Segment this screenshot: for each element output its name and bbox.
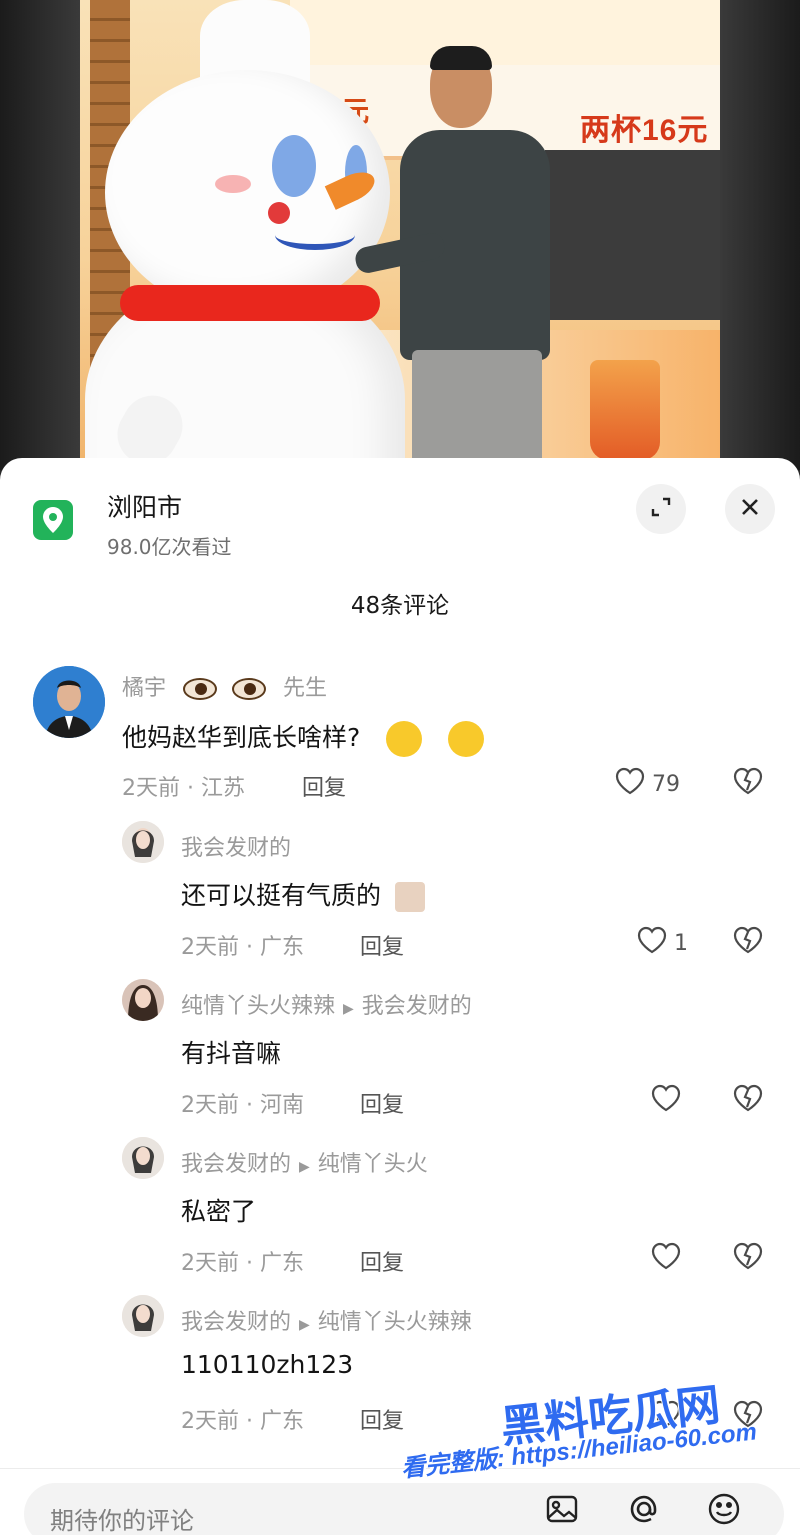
comment-text: 他妈赵华到底长啥样? xyxy=(122,718,485,757)
reply-arrow-icon: ▶ xyxy=(299,1317,310,1333)
at-icon xyxy=(626,1491,662,1531)
image-icon xyxy=(545,1492,579,1530)
mention-button[interactable] xyxy=(624,1491,664,1531)
dislike-button[interactable] xyxy=(732,766,764,800)
drink-cup xyxy=(590,360,660,460)
broken-heart-icon xyxy=(732,926,764,959)
reply-arrow-icon: ▶ xyxy=(343,1001,354,1017)
eye-emoji-icon xyxy=(183,676,218,701)
comment-text: 还可以挺有气质的 xyxy=(181,876,425,912)
comment-text: 有抖音嘛 xyxy=(181,1039,282,1068)
comment-username[interactable]: 我会发财的 ▶ 纯情丫头火 xyxy=(181,1146,428,1178)
comment-time-region: 2天前 · 江苏 xyxy=(122,776,245,801)
like-button[interactable] xyxy=(650,1083,682,1119)
reply-button[interactable]: 回复 xyxy=(360,929,404,961)
comment-input-bar: 期待你的评论 xyxy=(0,1468,800,1535)
heart-icon xyxy=(636,925,668,961)
snowman-cheek xyxy=(215,175,251,193)
reply-button[interactable]: 回复 xyxy=(360,1245,404,1277)
comment-username[interactable]: 橘宇 先生 xyxy=(122,670,327,702)
comment-time-region: 2天前 · 广东 xyxy=(181,1409,304,1434)
like-button[interactable] xyxy=(650,1241,682,1277)
grin-emoji-icon xyxy=(386,721,423,757)
like-count: 79 xyxy=(652,771,680,797)
sticker-emoji-icon xyxy=(394,882,425,912)
comments-count: 48条评论 xyxy=(350,593,450,619)
avatar[interactable] xyxy=(122,1137,164,1179)
reply-arrow-icon: ▶ xyxy=(299,1159,310,1175)
location-name[interactable]: 浏阳市 xyxy=(107,488,182,524)
emoji-button[interactable] xyxy=(704,1491,744,1531)
broken-heart-icon xyxy=(732,1084,764,1117)
comment-text: 110110zh123 xyxy=(181,1350,354,1379)
comment-text: 私密了 xyxy=(181,1197,257,1226)
comment-time-region: 2天前 · 广东 xyxy=(181,1251,304,1276)
like-button[interactable]: 1 xyxy=(636,925,688,961)
close-icon xyxy=(739,496,761,522)
man-legs xyxy=(412,350,542,470)
heart-icon xyxy=(614,766,646,802)
comment-input-placeholder[interactable]: 期待你的评论 xyxy=(50,1501,194,1535)
comment-time-region: 2天前 · 河南 xyxy=(181,1093,304,1118)
comment-username[interactable]: 我会发财的 xyxy=(181,830,291,862)
shop-counter xyxy=(545,150,720,320)
avatar[interactable] xyxy=(122,979,164,1021)
dislike-button[interactable] xyxy=(732,1241,764,1275)
broken-heart-icon xyxy=(732,767,764,800)
collapse-button[interactable] xyxy=(636,484,686,534)
heart-icon xyxy=(650,1083,682,1119)
video-preview[interactable]: 16元 两杯16元 xyxy=(0,0,800,470)
dislike-button[interactable] xyxy=(732,1083,764,1117)
comment-username[interactable]: 我会发财的 ▶ 纯情丫头火辣辣 xyxy=(181,1304,472,1336)
like-count: 1 xyxy=(674,930,688,956)
sign-price-right: 两杯16元 xyxy=(580,114,709,147)
snowman-tongue xyxy=(268,202,290,224)
like-button[interactable]: 79 xyxy=(614,766,680,802)
reply-button[interactable]: 回复 xyxy=(302,770,346,802)
location-pin-icon[interactable] xyxy=(33,500,73,540)
location-views: 98.0亿次看过 xyxy=(107,535,232,559)
comment-username[interactable]: 纯情丫头火辣辣 ▶ 我会发财的 xyxy=(181,988,472,1020)
eye-emoji-icon xyxy=(232,676,267,701)
smirk-emoji-icon xyxy=(448,721,485,757)
man-hair xyxy=(430,46,492,70)
reply-button[interactable]: 回复 xyxy=(360,1403,404,1435)
dislike-button[interactable] xyxy=(732,925,764,959)
comment-time-region: 2天前 · 广东 xyxy=(181,935,304,960)
broken-heart-icon xyxy=(732,1242,764,1275)
emoji-icon xyxy=(706,1491,742,1531)
avatar[interactable] xyxy=(33,666,105,738)
collapse-icon xyxy=(650,496,672,522)
snowman-eye xyxy=(272,135,316,197)
heart-icon xyxy=(650,1241,682,1277)
avatar[interactable] xyxy=(122,821,164,863)
snowman-scarf xyxy=(120,285,380,321)
close-button[interactable] xyxy=(725,484,775,534)
image-button[interactable] xyxy=(542,1491,582,1531)
avatar[interactable] xyxy=(122,1295,164,1337)
reply-button[interactable]: 回复 xyxy=(360,1087,404,1119)
snowman-mouth xyxy=(275,220,355,250)
